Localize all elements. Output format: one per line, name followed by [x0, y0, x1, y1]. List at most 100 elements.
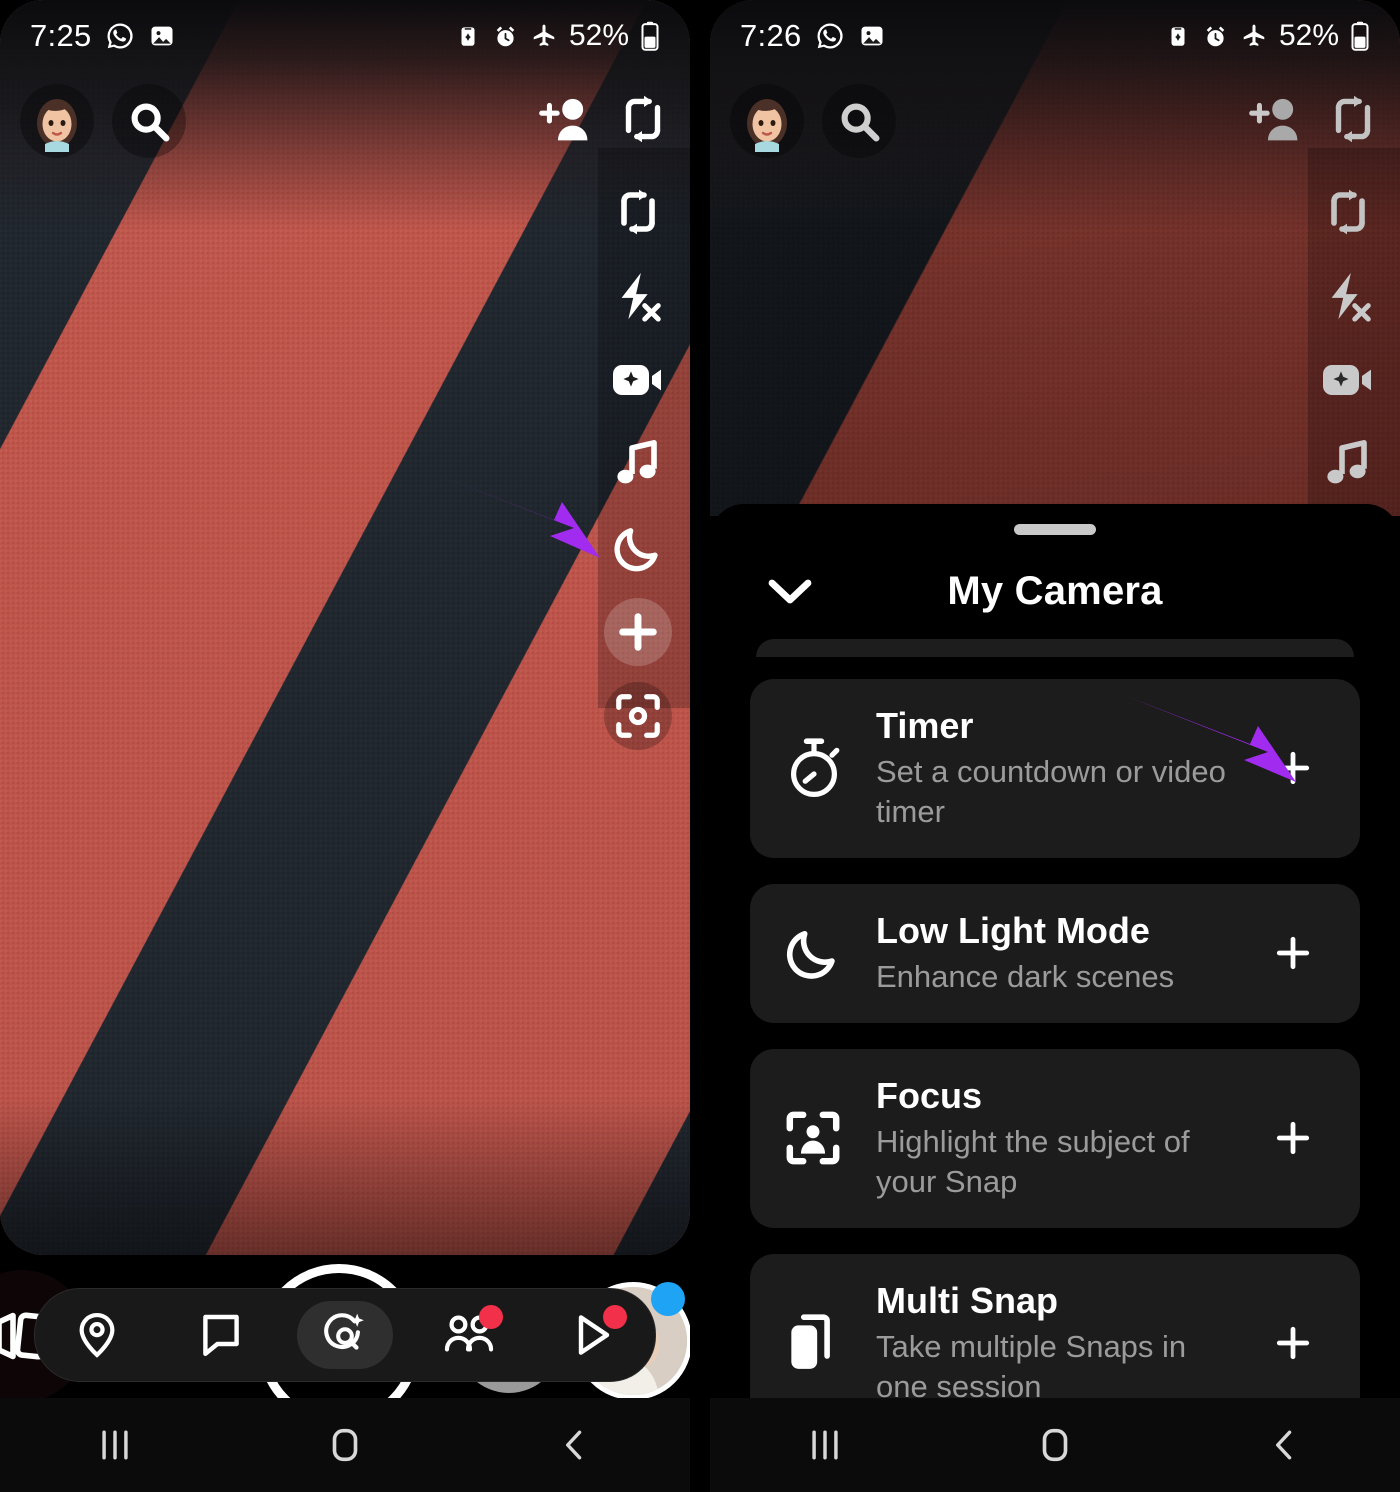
flash-off-icon [1331, 272, 1371, 322]
photo-icon [151, 26, 173, 46]
music-icon [1327, 440, 1367, 484]
flip-camera-icon [1331, 189, 1365, 235]
camera-viewfinder-left[interactable] [0, 0, 690, 1255]
sidebar-item-map[interactable] [49, 1301, 145, 1369]
status-bar-right-group: 52% [1165, 19, 1370, 53]
my-camera-sheet: My Camera Timer Set a countdown or video… [710, 504, 1400, 1398]
card-text: Low Light Mode Enhance dark scenes [876, 910, 1260, 997]
night-video-icon [613, 365, 661, 395]
camera-tools-list: Timer Set a countdown or video timer Low… [710, 639, 1400, 1398]
rail-low-light-button[interactable] [600, 506, 676, 590]
plus-icon [1276, 1122, 1310, 1155]
camera-tool-card-low-light-mode[interactable]: Low Light Mode Enhance dark scenes [750, 883, 1360, 1023]
rail-more-tools-button[interactable] [604, 598, 672, 666]
bottom-gradient-overlay [0, 1095, 690, 1255]
whatsapp-icon [817, 23, 843, 49]
whatsapp-icon [107, 23, 133, 49]
sheet-drag-handle[interactable] [1014, 524, 1096, 535]
add-friend-button[interactable] [1242, 90, 1304, 153]
sidebar-item-chat[interactable] [173, 1301, 269, 1369]
sidebar-item-camera[interactable] [297, 1301, 393, 1369]
back-button[interactable] [1230, 1415, 1340, 1475]
back-button[interactable] [520, 1415, 630, 1475]
home-button[interactable] [290, 1415, 400, 1475]
card-subtitle: Set a countdown or video timer [876, 754, 1226, 830]
rail-sounds-button[interactable] [600, 422, 676, 506]
multi-snap-add-button[interactable] [1260, 1321, 1326, 1365]
card-icon-wrap [784, 1312, 876, 1374]
home-icon [1042, 1428, 1068, 1462]
rail-flip-camera-button[interactable] [600, 170, 676, 254]
rail-flash-button[interactable] [1310, 254, 1386, 338]
spotlight-badge [603, 1305, 627, 1329]
search-button[interactable] [822, 84, 896, 158]
card-text: Focus Highlight the subject of your Snap [876, 1075, 1260, 1202]
bottom-nav-wrap-left [0, 1280, 690, 1390]
right-phone-screenshot: 7:26 52% My Camera Timer Set a countdown… [710, 0, 1400, 1492]
recents-icon [102, 1430, 128, 1460]
home-button[interactable] [1000, 1415, 1110, 1475]
rail-sounds-button[interactable] [1310, 422, 1386, 506]
music-icon [617, 440, 657, 484]
bottom-nav-bar [34, 1288, 656, 1382]
flip-camera-icon [621, 189, 655, 235]
avatar[interactable] [730, 84, 804, 158]
location-pin-icon [79, 1312, 115, 1358]
flash-off-icon [621, 272, 661, 322]
card-text: Multi Snap Take multiple Snaps in one se… [876, 1280, 1260, 1398]
status-bar-left-group: 7:26 [740, 18, 886, 54]
alarm-icon [496, 25, 515, 46]
add-friend-icon [1249, 98, 1298, 140]
focus-add-button[interactable] [1260, 1116, 1326, 1160]
back-chevron-icon [1276, 1430, 1292, 1460]
card-subtitle: Enhance dark scenes [876, 959, 1175, 995]
camera-tool-card-focus[interactable]: Focus Highlight the subject of your Snap [750, 1048, 1360, 1228]
flip-camera-button-top[interactable] [616, 90, 670, 153]
recents-button[interactable] [770, 1415, 880, 1475]
moon-icon [786, 931, 835, 980]
search-button[interactable] [112, 84, 186, 158]
multi-snap-icon [791, 1314, 830, 1369]
search-icon [131, 103, 170, 142]
flip-camera-button-top[interactable] [1326, 90, 1380, 153]
chevron-down-icon [768, 579, 812, 604]
data-saver-icon [461, 27, 475, 46]
sheet-collapse-button[interactable] [762, 563, 818, 619]
airplane-mode-icon [533, 24, 555, 46]
sidebar-item-friends[interactable] [421, 1301, 517, 1369]
status-time: 7:26 [740, 18, 802, 53]
bitmoji-avatar-image [37, 99, 77, 152]
card-title: Focus [876, 1074, 983, 1116]
home-icon [332, 1428, 358, 1462]
avatar[interactable] [20, 84, 94, 158]
camera-star-icon [324, 1313, 364, 1350]
low-light-add-button[interactable] [1260, 931, 1326, 975]
camera-tool-card-timer[interactable]: Timer Set a countdown or video timer [750, 679, 1360, 858]
search-icon [841, 103, 880, 142]
sheet-header: My Camera [710, 543, 1400, 639]
camera-tool-card-multi-snap[interactable]: Multi Snap Take multiple Snaps in one se… [750, 1253, 1360, 1398]
add-friend-button[interactable] [532, 90, 594, 153]
page-title: My Camera [947, 568, 1163, 613]
rail-video-effects-button[interactable] [1310, 338, 1386, 422]
card-title: Multi Snap [876, 1279, 1058, 1321]
rail-scan-button[interactable] [604, 682, 672, 750]
recents-icon [812, 1430, 838, 1460]
timer-add-button[interactable] [1260, 746, 1326, 790]
card-icon-wrap [784, 1109, 876, 1167]
snap-top-bar-left [0, 78, 690, 164]
add-friend-icon [539, 98, 588, 140]
sidebar-item-spotlight[interactable] [545, 1301, 641, 1369]
screenshot-root: 7:25 52% 7:26 52% My Camera Timer Set a … [0, 0, 1400, 1492]
rail-flip-camera-button[interactable] [1310, 170, 1386, 254]
rail-flash-button[interactable] [600, 254, 676, 338]
previous-card-partial[interactable] [756, 639, 1354, 657]
card-title: Low Light Mode [876, 909, 1150, 951]
topbar-right-actions [532, 90, 670, 153]
battery-percent: 52% [568, 19, 629, 52]
card-text: Timer Set a countdown or video timer [876, 705, 1260, 832]
card-icon-wrap [784, 924, 876, 982]
snap-top-bar-right [710, 78, 1400, 164]
rail-video-effects-button[interactable] [600, 338, 676, 422]
recents-button[interactable] [60, 1415, 170, 1475]
